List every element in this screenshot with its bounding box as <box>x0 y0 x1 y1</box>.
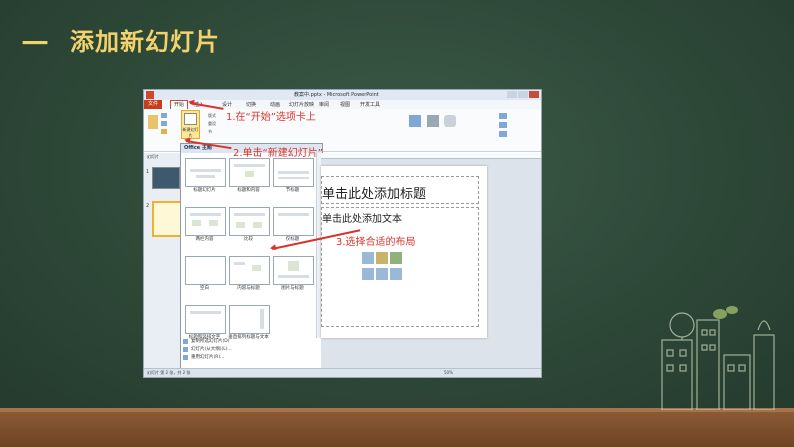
insert-content-icons <box>362 252 406 282</box>
select-icon[interactable] <box>499 131 507 137</box>
layout-content-caption[interactable] <box>229 256 270 285</box>
powerpoint-screenshot: 教案中.pptx - Microsoft PowerPoint 文件 开始 插入… <box>143 89 542 378</box>
minimize-icon[interactable] <box>507 91 517 98</box>
layout-button[interactable]: 版式 <box>208 113 216 119</box>
slide-count-status: 幻灯片 第 2 张，共 2 张 <box>147 370 191 375</box>
layout-label: 图片与标题 <box>281 286 304 291</box>
chalk-ledge <box>0 412 794 447</box>
slides-from-outline-item[interactable]: 幻灯片(从大纲)(L)... <box>181 346 322 354</box>
layout-label: 内容与标题 <box>237 286 260 291</box>
tab-transitions[interactable]: 切换 <box>246 101 256 108</box>
ruler <box>321 153 541 159</box>
cut-icon[interactable] <box>161 113 167 118</box>
slide-editor: 单击此处添加标题 单击此处添加文本 <box>321 153 541 368</box>
shapes-icon[interactable] <box>409 115 421 127</box>
tab-developer[interactable]: 开发工具 <box>360 101 380 108</box>
quick-styles-icon[interactable] <box>444 115 456 127</box>
annotation-step-2: 2.单击“新建幻灯片” <box>233 148 323 159</box>
layout-comparison[interactable] <box>229 207 270 236</box>
annotation-step-3: 3.选择合适的布局 <box>336 237 416 248</box>
layout-title-vertical-text[interactable] <box>185 305 226 334</box>
title-placeholder[interactable]: 单击此处添加标题 <box>321 176 479 204</box>
reuse-slides-item[interactable]: 重用幻灯片(R)... <box>181 354 322 362</box>
gallery-menu: 复制所选幻灯片(D) 幻灯片(从大纲)(L)... 重用幻灯片(R)... <box>181 338 322 362</box>
layout-title-slide[interactable] <box>185 158 226 187</box>
slide-canvas: 单击此处添加标题 单击此处添加文本 <box>321 166 487 338</box>
layout-section-header[interactable] <box>273 158 314 187</box>
replace-icon[interactable] <box>499 122 507 128</box>
format-painter-icon[interactable] <box>161 129 167 134</box>
body-placeholder-text: 单击此处添加文本 <box>322 214 402 225</box>
layout-two-content[interactable] <box>185 207 226 236</box>
status-bar: 幻灯片 第 2 张，共 2 张 50% <box>144 368 541 377</box>
insert-media-icon[interactable] <box>390 268 402 280</box>
layout-picture-caption[interactable] <box>273 256 314 285</box>
layout-title-only[interactable] <box>273 207 314 236</box>
layout-title-content[interactable] <box>229 158 270 187</box>
layout-label: 两栏内容 <box>195 237 214 242</box>
close-icon[interactable] <box>529 91 539 98</box>
layout-label: 节标题 <box>285 188 300 193</box>
insert-picture-icon[interactable] <box>362 268 374 280</box>
slide-number-2: 2 <box>146 203 150 209</box>
annotation-step-1: 1.在“开始”选项卡上 <box>226 112 316 123</box>
tab-animations[interactable]: 动画 <box>270 101 280 108</box>
copy-icon[interactable] <box>161 121 167 126</box>
insert-chart-icon[interactable] <box>376 252 388 264</box>
chalk-city-doodle <box>661 306 775 410</box>
maximize-icon[interactable] <box>518 91 528 98</box>
duplicate-slides-item[interactable]: 复制所选幻灯片(D) <box>181 338 322 346</box>
insert-clipart-icon[interactable] <box>376 268 388 280</box>
window-titlebar: 教案中.pptx - Microsoft PowerPoint <box>144 90 541 100</box>
body-placeholder[interactable]: 单击此处添加文本 <box>321 207 479 327</box>
window-title: 教案中.pptx - Microsoft PowerPoint <box>294 92 379 98</box>
tab-file[interactable]: 文件 <box>144 100 162 109</box>
section-button[interactable]: 节 <box>208 129 212 135</box>
reset-button[interactable]: 重设 <box>208 121 216 127</box>
zoom-level[interactable]: 50% <box>444 370 453 375</box>
paste-icon[interactable] <box>148 115 158 129</box>
heading-dash: 一 <box>22 30 49 60</box>
insert-smartart-icon[interactable] <box>390 252 402 264</box>
new-slide-icon <box>184 113 197 125</box>
page-title: 添加新幻灯片 <box>70 28 220 56</box>
layout-vertical-title-text[interactable] <box>229 305 270 334</box>
insert-table-icon[interactable] <box>362 252 374 264</box>
slides-pane: 幻灯片 1 2 <box>144 153 182 373</box>
powerpoint-logo-icon <box>146 91 154 99</box>
tab-slideshow[interactable]: 幻灯片放映 <box>289 101 314 108</box>
find-icon[interactable] <box>499 113 507 119</box>
layout-gallery: Office 主题 标题幻灯片 标题和内容 节标题 两栏内容 比较 仅标题 空白… <box>180 143 323 377</box>
slides-pane-header: 幻灯片 <box>147 154 159 159</box>
layout-blank[interactable] <box>185 256 226 285</box>
slide-thumbnail-2[interactable] <box>152 201 182 237</box>
window-controls <box>507 91 539 98</box>
layout-label: 比较 <box>244 237 253 242</box>
title-placeholder-text: 单击此处添加标题 <box>322 187 427 202</box>
slide-number-1: 1 <box>146 169 150 175</box>
slide-thumbnail-1[interactable] <box>152 167 180 189</box>
layout-label: 标题幻灯片 <box>193 188 216 193</box>
tab-review[interactable]: 审阅 <box>319 101 329 108</box>
layout-label: 空白 <box>200 286 209 291</box>
tab-view[interactable]: 视图 <box>340 101 350 108</box>
new-slide-button[interactable]: 新建幻灯片 <box>181 110 200 139</box>
layout-label: 标题和内容 <box>237 188 260 193</box>
arrange-icon[interactable] <box>427 115 439 127</box>
